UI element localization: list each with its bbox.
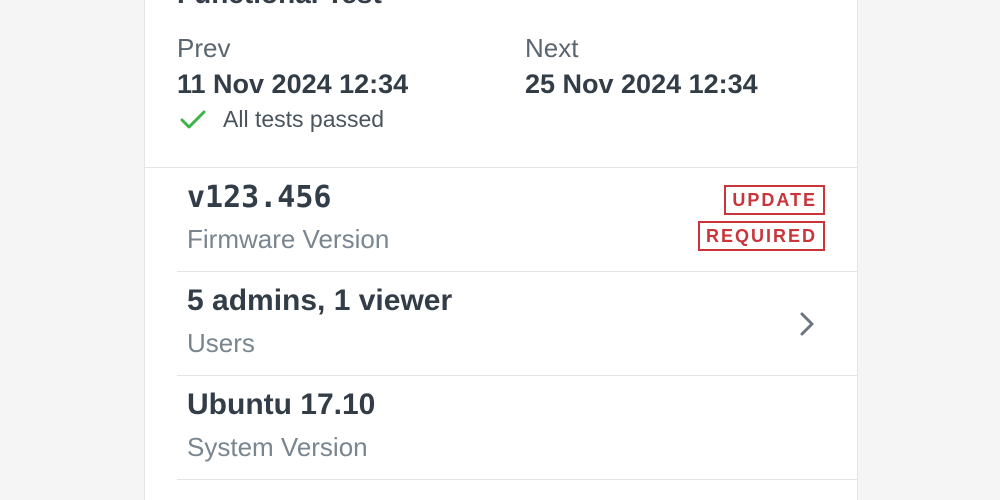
users-row[interactable]: 5 admins, 1 viewer Users xyxy=(177,272,857,376)
firmware-version-label: Firmware Version xyxy=(187,224,390,254)
status-text: All tests passed xyxy=(223,106,385,132)
users-label: Users xyxy=(187,328,255,358)
system-version-label: System Version xyxy=(187,432,368,462)
next-run: Next 25 Nov 2024 12:34 xyxy=(525,32,758,104)
prev-label: Prev xyxy=(177,33,231,63)
firmware-version-row: v123.456 Firmware Version UPDATE REQUIRE… xyxy=(177,168,857,272)
test-schedule: Prev 11 Nov 2024 12:34 All tests passed … xyxy=(177,32,837,142)
next-label: Next xyxy=(525,33,579,63)
update-required-badge: UPDATE REQUIRED xyxy=(685,185,825,255)
check-icon xyxy=(180,110,206,128)
badge-line-required: REQUIRED xyxy=(697,221,825,251)
users-value: 5 admins, 1 viewer xyxy=(187,284,453,317)
chevron-right-icon[interactable] xyxy=(797,310,817,338)
firmware-version-value: v123.456 xyxy=(187,180,332,215)
device-details-card: Functional Test Prev 11 Nov 2024 12:34 A… xyxy=(144,0,858,500)
system-version-value: Ubuntu 17.10 xyxy=(187,388,376,421)
prev-date: 11 Nov 2024 12:34 xyxy=(177,69,409,99)
card-title: Functional Test xyxy=(177,0,382,10)
next-date: 25 Nov 2024 12:34 xyxy=(525,69,758,99)
prev-run: Prev 11 Nov 2024 12:34 All tests passed xyxy=(177,32,408,133)
badge-line-update: UPDATE xyxy=(724,185,825,215)
system-version-row: Ubuntu 17.10 System Version xyxy=(177,376,857,480)
test-status: All tests passed xyxy=(177,106,408,133)
